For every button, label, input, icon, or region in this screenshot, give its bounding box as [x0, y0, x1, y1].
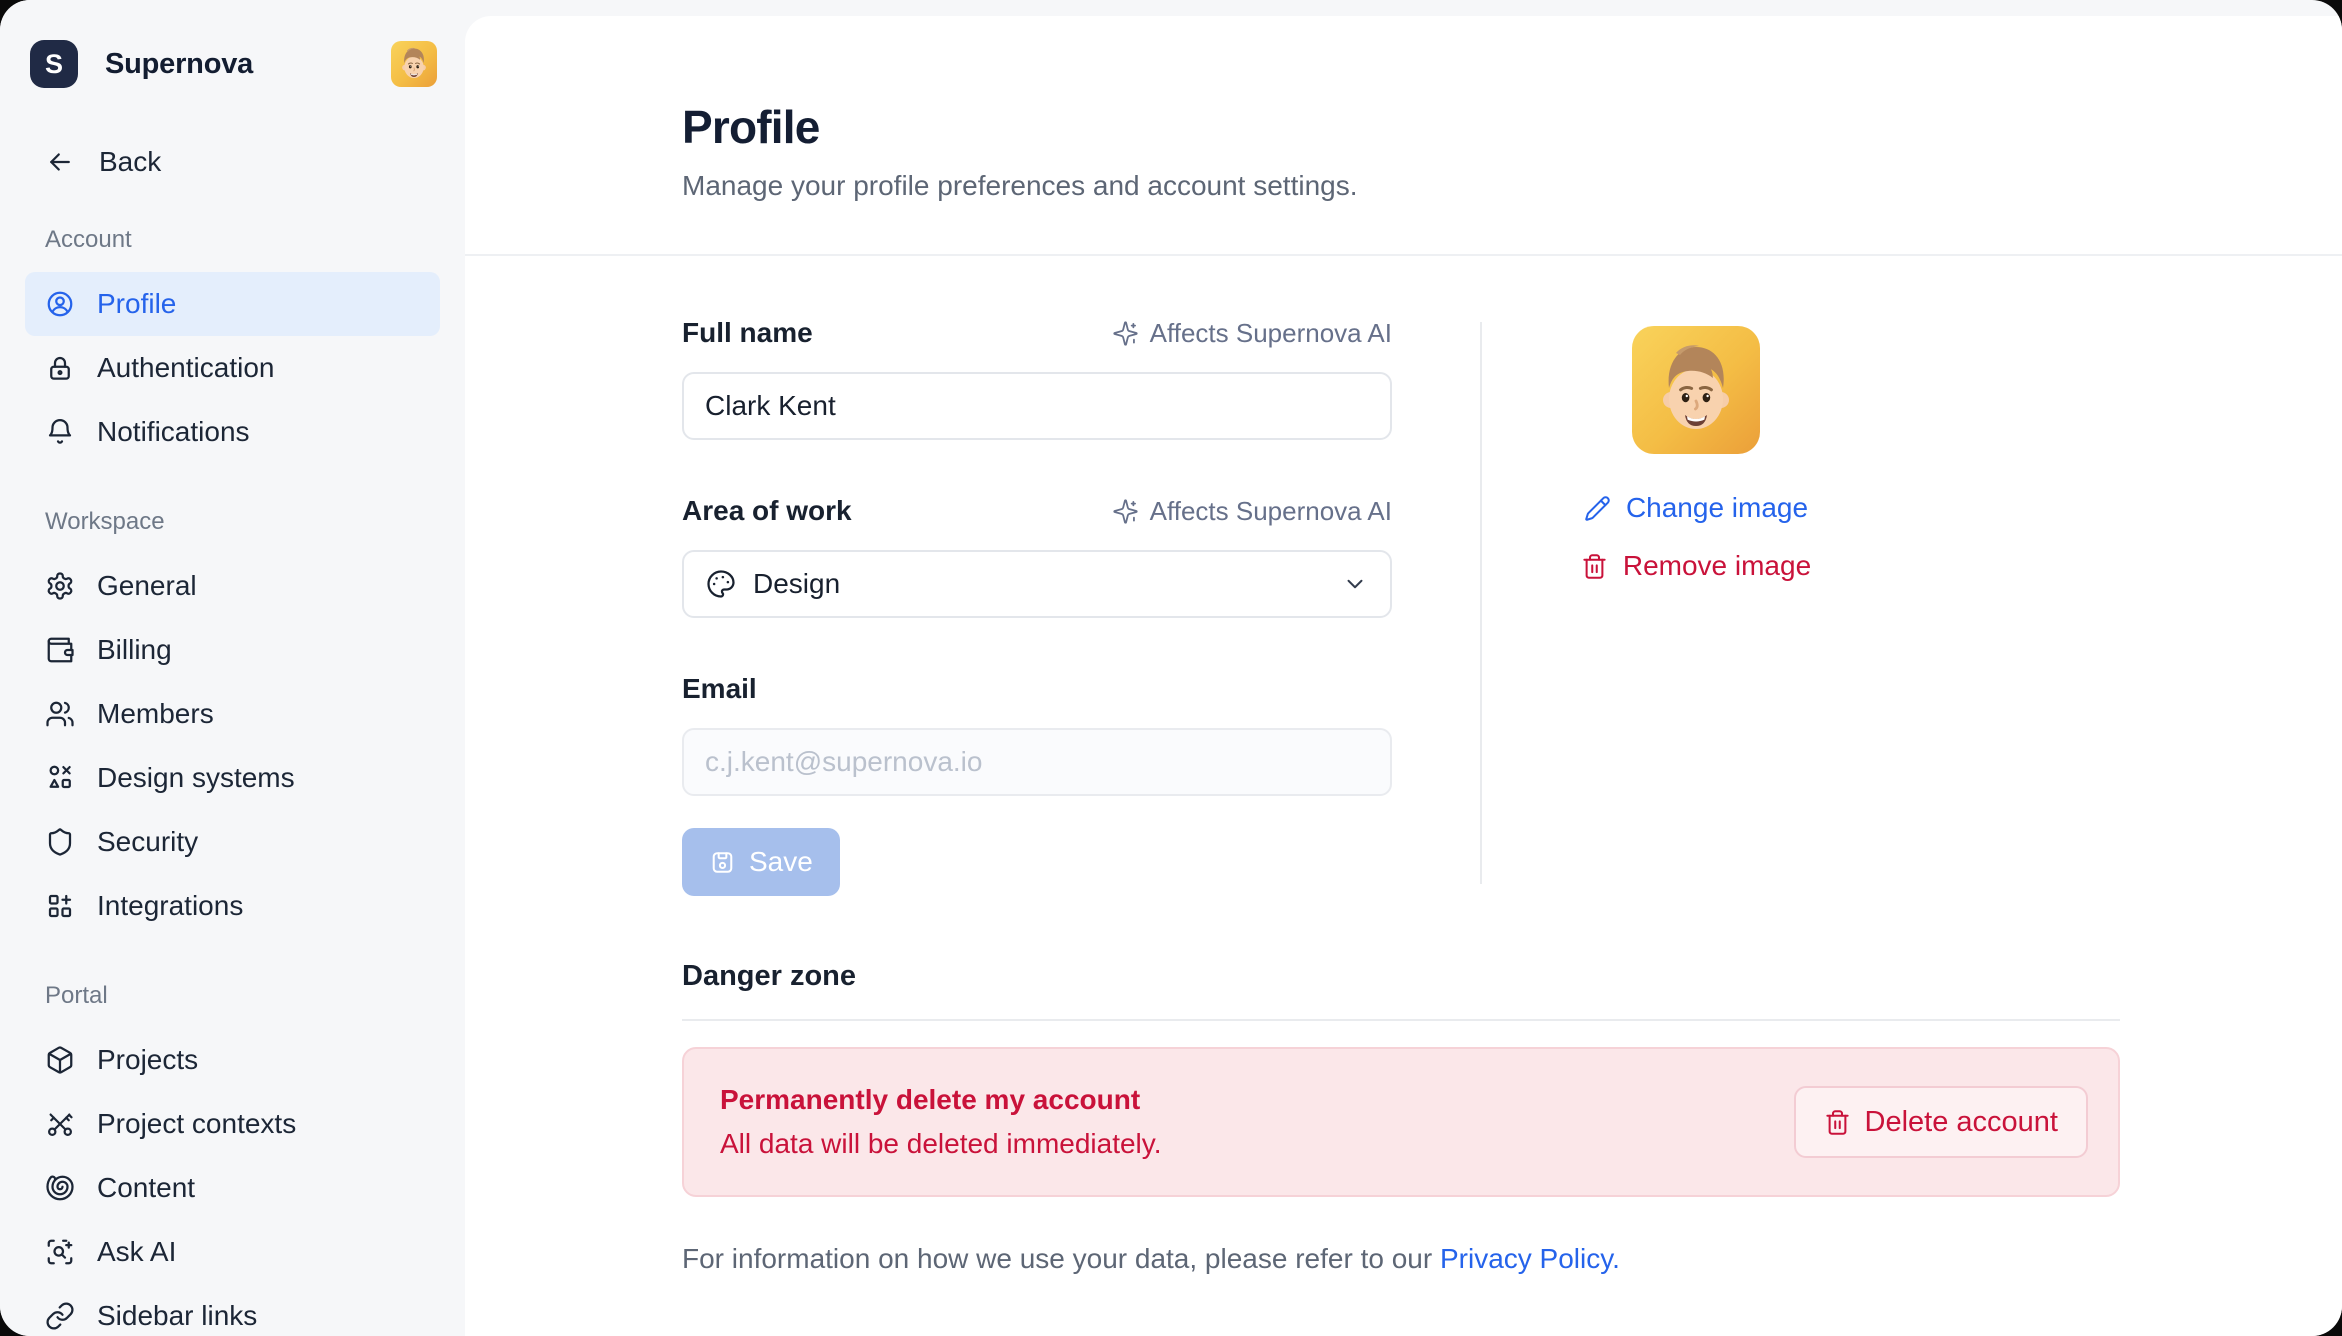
- remove-image-link[interactable]: Remove image: [1581, 550, 1811, 582]
- sidebar-item-label: Notifications: [97, 416, 250, 448]
- main-panel: Profile Manage your profile preferences …: [465, 16, 2342, 1336]
- grid-plus-icon: [45, 891, 75, 921]
- sidebar-item-label: Content: [97, 1172, 195, 1204]
- bell-icon: [45, 417, 75, 447]
- sidebar-item-label: Ask AI: [97, 1236, 176, 1268]
- email-input[interactable]: [682, 728, 1392, 796]
- full-name-input[interactable]: [682, 372, 1392, 440]
- arrow-left-icon: [45, 147, 75, 177]
- sidebar-item-projects[interactable]: Projects: [25, 1028, 440, 1092]
- remove-image-label: Remove image: [1623, 550, 1811, 582]
- ai-badge-label: Affects Supernova AI: [1150, 496, 1392, 527]
- area-of-work-select[interactable]: Design: [682, 550, 1392, 618]
- sidebar-item-members[interactable]: Members: [25, 682, 440, 746]
- sidebar-item-general[interactable]: General: [25, 554, 440, 618]
- sidebar-item-label: Project contexts: [97, 1108, 296, 1140]
- sidebar-item-design-systems[interactable]: Design systems: [25, 746, 440, 810]
- save-label: Save: [749, 846, 813, 878]
- app-window: S Supernova Back Account Profile Authent…: [0, 0, 2342, 1336]
- sidebar-item-billing[interactable]: Billing: [25, 618, 440, 682]
- sidebar-item-profile[interactable]: Profile: [25, 272, 440, 336]
- shield-icon: [45, 827, 75, 857]
- save-icon: [709, 849, 736, 876]
- user-avatar-small[interactable]: [391, 41, 437, 87]
- danger-zone-title: Danger zone: [682, 960, 2120, 993]
- workspace-switcher[interactable]: S Supernova: [30, 40, 437, 88]
- sidebar-item-label: Billing: [97, 634, 172, 666]
- sidebar-item-label: Integrations: [97, 890, 243, 922]
- sidebar-item-security[interactable]: Security: [25, 810, 440, 874]
- sidebar: S Supernova Back Account Profile Authent…: [0, 0, 465, 1336]
- danger-description: All data will be deleted immediately.: [720, 1128, 1161, 1160]
- shapes-icon: [45, 763, 75, 793]
- workspace-name: Supernova: [105, 48, 253, 81]
- privacy-note: For information on how we use your data,…: [682, 1243, 2120, 1275]
- wallet-icon: [45, 635, 75, 665]
- link-icon: [45, 1301, 75, 1331]
- privacy-note-text: For information on how we use your data,…: [682, 1243, 1440, 1274]
- trash-icon: [1824, 1109, 1851, 1136]
- sidebar-item-label: General: [97, 570, 197, 602]
- area-of-work-value: Design: [753, 568, 840, 600]
- workspace-logo: S: [30, 40, 78, 88]
- sidebar-item-content[interactable]: Content: [25, 1156, 440, 1220]
- logo-letter: S: [45, 49, 63, 80]
- lock-icon: [45, 353, 75, 383]
- avatar-column: Change image Remove image: [1531, 318, 1861, 896]
- page-subtitle: Manage your profile preferences and acco…: [682, 170, 2120, 202]
- cube-icon: [45, 1045, 75, 1075]
- section-label-workspace: Workspace: [45, 508, 440, 536]
- gear-icon: [45, 571, 75, 601]
- change-image-label: Change image: [1626, 492, 1808, 524]
- sidebar-item-label: Sidebar links: [97, 1300, 257, 1332]
- sidebar-item-ask-ai[interactable]: Ask AI: [25, 1220, 440, 1284]
- danger-heading: Permanently delete my account: [720, 1084, 1161, 1116]
- sidebar-item-label: Design systems: [97, 762, 295, 794]
- save-button[interactable]: Save: [682, 828, 840, 896]
- ai-badge: Affects Supernova AI: [1112, 496, 1392, 527]
- sidebar-item-label: Members: [97, 698, 214, 730]
- sidebar-item-label: Projects: [97, 1044, 198, 1076]
- sidebar-item-label: Security: [97, 826, 198, 858]
- crossed-keys-icon: [45, 1109, 75, 1139]
- sparkles-icon: [1112, 320, 1139, 347]
- section-label-account: Account: [45, 226, 440, 254]
- delete-account-button[interactable]: Delete account: [1794, 1086, 2088, 1158]
- users-icon: [45, 699, 75, 729]
- sidebar-item-integrations[interactable]: Integrations: [25, 874, 440, 938]
- privacy-policy-link[interactable]: Privacy Policy.: [1440, 1243, 1620, 1274]
- danger-zone-panel: Permanently delete my account All data w…: [682, 1047, 2120, 1197]
- ai-badge: Affects Supernova AI: [1112, 318, 1392, 349]
- sidebar-item-sidebar-links[interactable]: Sidebar links: [25, 1284, 440, 1336]
- danger-divider: [682, 1019, 2120, 1021]
- delete-account-label: Delete account: [1865, 1106, 2058, 1139]
- ai-badge-label: Affects Supernova AI: [1150, 318, 1392, 349]
- palette-icon: [706, 569, 736, 599]
- back-button[interactable]: Back: [45, 146, 440, 178]
- sidebar-item-authentication[interactable]: Authentication: [25, 336, 440, 400]
- sidebar-item-label: Authentication: [97, 352, 274, 384]
- full-name-label: Full name: [682, 317, 813, 349]
- email-label: Email: [682, 673, 757, 705]
- back-label: Back: [99, 146, 161, 178]
- sidebar-item-notifications[interactable]: Notifications: [25, 400, 440, 464]
- change-image-link[interactable]: Change image: [1584, 492, 1808, 524]
- spiral-icon: [45, 1173, 75, 1203]
- user-avatar-large: [1632, 326, 1760, 454]
- user-circle-icon: [45, 289, 75, 319]
- scan-search-sparkle-icon: [45, 1237, 75, 1267]
- sidebar-item-label: Profile: [97, 288, 176, 320]
- area-of-work-label: Area of work: [682, 495, 852, 527]
- page-title: Profile: [682, 100, 2120, 154]
- sparkles-icon: [1112, 498, 1139, 525]
- profile-form: Full name Affects Supernova AI Area of w…: [682, 318, 1392, 896]
- chevron-down-icon: [1342, 571, 1368, 597]
- pencil-icon: [1584, 495, 1611, 522]
- sidebar-item-project-contexts[interactable]: Project contexts: [25, 1092, 440, 1156]
- trash-icon: [1581, 553, 1608, 580]
- form-avatar-divider: [1480, 322, 1482, 884]
- section-label-portal: Portal: [45, 982, 440, 1010]
